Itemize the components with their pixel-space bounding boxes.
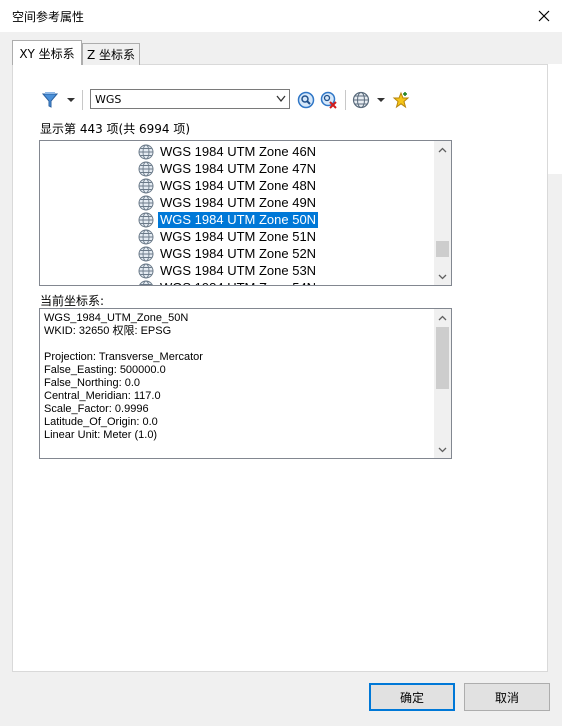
- list-item-label: WGS 1984 UTM Zone 48N: [160, 177, 317, 193]
- list-item-label: WGS 1984 UTM Zone 54N: [158, 280, 318, 286]
- coordinate-system-details-text: WGS_1984_UTM_Zone_50N WKID: 32650 权限: EP…: [44, 312, 203, 441]
- coordinate-system-list[interactable]: WGS 1984 UTM Zone 46N WGS 1984 UTM Zone 4…: [39, 140, 452, 286]
- close-button[interactable]: [526, 0, 562, 32]
- list-item-label: WGS 1984 UTM Zone 53N: [160, 262, 317, 278]
- globe-icon: [352, 91, 370, 109]
- globe-icon: [138, 263, 154, 278]
- list-item[interactable]: WGS 1984 UTM Zone 49N: [138, 194, 318, 211]
- add-to-favorites-button[interactable]: [391, 90, 411, 110]
- title-bar: 空间参考属性: [0, 0, 562, 32]
- scroll-down-arrow[interactable]: [434, 441, 451, 458]
- background-window-bottom: [0, 712, 562, 726]
- list-item-label: WGS 1984 UTM Zone 49N: [160, 194, 317, 210]
- scroll-up-arrow[interactable]: [434, 309, 451, 326]
- chevron-down-icon: [438, 274, 447, 279]
- ok-button[interactable]: 确定: [369, 683, 455, 711]
- close-icon: [538, 10, 550, 22]
- details-scrollbar[interactable]: [434, 309, 451, 458]
- search-icon: [297, 91, 315, 109]
- scroll-down-arrow[interactable]: [434, 268, 451, 285]
- toolbar-separator: [82, 90, 83, 110]
- chevron-up-icon: [438, 147, 447, 152]
- cancel-button[interactable]: 取消: [464, 683, 550, 711]
- clear-search-button[interactable]: [319, 90, 339, 110]
- list-item-label: WGS 1984 UTM Zone 46N: [160, 143, 317, 159]
- add-coordinate-system-button[interactable]: [352, 90, 386, 110]
- filter-icon: [41, 92, 59, 108]
- globe-icon: [138, 178, 154, 193]
- list-item-label: WGS 1984 UTM Zone 52N: [160, 245, 317, 261]
- list-item[interactable]: WGS 1984 UTM Zone 53N: [138, 262, 318, 279]
- filter-dropdown-button[interactable]: [40, 90, 80, 110]
- globe-icon: [138, 246, 154, 261]
- favorite-icon: [392, 91, 410, 109]
- window-title: 空间参考属性: [12, 10, 85, 24]
- list-scrollbar[interactable]: [434, 141, 451, 285]
- chevron-down-icon: [438, 447, 447, 452]
- result-count-label: 显示第 443 项(共 6994 项): [40, 122, 191, 136]
- list-item[interactable]: WGS 1984 UTM Zone 50N: [138, 210, 320, 229]
- globe-icon: [138, 229, 154, 244]
- clear-search-icon: [320, 91, 337, 109]
- chevron-down-icon: [377, 98, 385, 102]
- background-window-right: [548, 64, 562, 174]
- search-input-value: WGS: [95, 93, 122, 106]
- chevron-down-icon: [67, 98, 75, 102]
- list-item[interactable]: WGS 1984 UTM Zone 51N: [138, 228, 318, 245]
- globe-icon: [138, 144, 154, 159]
- scroll-thumb[interactable]: [436, 327, 449, 389]
- search-input[interactable]: WGS: [90, 89, 290, 109]
- list-item-label: WGS 1984 UTM Zone 51N: [160, 228, 317, 244]
- list-item[interactable]: WGS 1984 UTM Zone 46N: [138, 143, 318, 160]
- list-item[interactable]: WGS 1984 UTM Zone 48N: [138, 177, 318, 194]
- list-item-label: WGS 1984 UTM Zone 47N: [160, 160, 317, 176]
- list-item[interactable]: WGS 1984 UTM Zone 52N: [138, 245, 318, 262]
- tab-xy-coordinate-system[interactable]: XY 坐标系: [12, 40, 82, 65]
- list-item[interactable]: WGS 1984 UTM Zone 47N: [138, 160, 318, 177]
- globe-icon: [138, 280, 154, 285]
- globe-icon: [138, 161, 154, 176]
- list-item-label: WGS 1984 UTM Zone 50N: [156, 210, 320, 229]
- list-item[interactable]: WGS 1984 UTM Zone 54N: [138, 279, 318, 286]
- chevron-down-icon: [276, 95, 286, 103]
- current-coordinate-system-label: 当前坐标系:: [40, 294, 105, 308]
- chevron-up-icon: [438, 315, 447, 320]
- coordinate-system-details[interactable]: WGS_1984_UTM_Zone_50N WKID: 32650 权限: EP…: [39, 308, 452, 459]
- globe-icon: [138, 212, 154, 227]
- scroll-up-arrow[interactable]: [434, 141, 451, 158]
- scroll-thumb[interactable]: [436, 241, 449, 257]
- tab-z-coordinate-system[interactable]: Z 坐标系: [82, 43, 140, 65]
- search-button[interactable]: [296, 90, 316, 110]
- globe-icon: [138, 195, 154, 210]
- toolbar-separator: [345, 90, 346, 110]
